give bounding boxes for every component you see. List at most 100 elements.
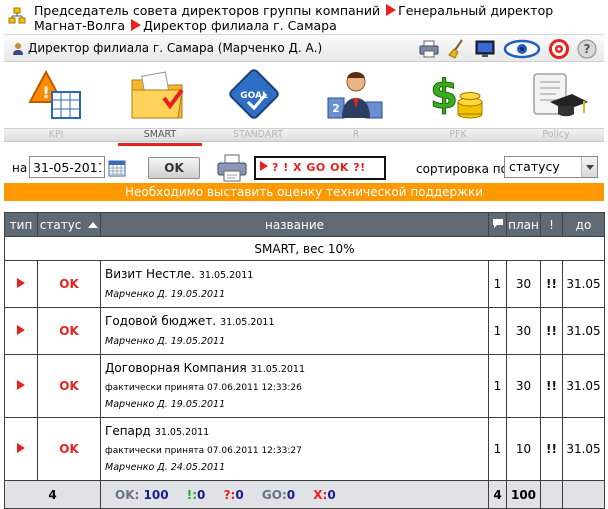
- breadcrumb-item-chairman[interactable]: Председатель совета директоров группы ко…: [34, 3, 380, 18]
- plan-value: 10: [506, 417, 541, 481]
- target-icon: [549, 39, 569, 59]
- task-author: Марченко Д. 19.05.2011: [105, 289, 226, 300]
- sort-select[interactable]: статусу: [504, 156, 598, 178]
- tab-r[interactable]: R: [306, 129, 406, 141]
- tab-pfk[interactable]: PFK: [408, 129, 508, 141]
- task-date: 31.05.2011: [250, 364, 306, 375]
- col-comments[interactable]: [488, 212, 507, 237]
- task-cell[interactable]: Договорная Компания 31.05.2011 фактически…: [100, 354, 489, 418]
- table-row[interactable]: OK Гепард 31.05.2011 фактически принята 0…: [4, 417, 605, 481]
- status-legend-text: ? ! X GO OK ?!: [272, 161, 366, 174]
- print-button[interactable]: [418, 38, 440, 60]
- status-badge: OK: [37, 417, 101, 481]
- org-chart-icon: [8, 7, 26, 24]
- total-empty: [540, 480, 563, 509]
- goal-icon[interactable]: GOAL: [226, 68, 286, 124]
- task-cell[interactable]: Гепард 31.05.2011 фактически принята 07.0…: [100, 417, 489, 481]
- svg-text:$: $: [430, 72, 458, 118]
- rating-icon[interactable]: 2: [326, 68, 386, 124]
- col-due[interactable]: до: [562, 212, 605, 237]
- table-row[interactable]: OK Визит Нестле. 31.05.2011 Марченко Д. 1…: [4, 260, 605, 308]
- date-field[interactable]: [29, 156, 105, 178]
- task-date: 31.05.2011: [198, 270, 254, 281]
- row-type[interactable]: [4, 307, 38, 355]
- calendar-icon[interactable]: [108, 159, 126, 177]
- status-legend[interactable]: ? ! X GO OK ?!: [254, 156, 386, 180]
- excl-summary-value: 0: [197, 487, 206, 502]
- play-icon: [17, 278, 25, 288]
- printer-icon[interactable]: [216, 153, 248, 183]
- task-title[interactable]: Годовой бюджет.: [105, 314, 216, 328]
- screen-button[interactable]: [474, 38, 496, 60]
- breadcrumb-item-branch-director[interactable]: Директор филиала г. Самара: [143, 18, 337, 33]
- smart-folder-icon[interactable]: [128, 68, 188, 124]
- section-title: SMART, вес 10%: [4, 236, 605, 261]
- col-status[interactable]: статус: [37, 212, 101, 237]
- total-empty: [562, 480, 605, 509]
- eye-icon: [503, 39, 541, 59]
- task-title[interactable]: Визит Нестле.: [105, 267, 195, 281]
- total-plan: 100: [506, 480, 541, 509]
- svg-text:!: !: [42, 83, 49, 102]
- task-cell[interactable]: Годовой бюджет. 31.05.2011 Марченко Д. 19…: [100, 307, 489, 355]
- plan-value: 30: [506, 354, 541, 418]
- table-row[interactable]: OK Годовой бюджет. 31.05.2011 Марченко Д.…: [4, 307, 605, 355]
- monitor-icon: [475, 40, 495, 57]
- due-date: 31.05: [562, 260, 605, 308]
- row-type[interactable]: [4, 417, 38, 481]
- importance-mark: !!: [540, 354, 563, 418]
- tab-standart[interactable]: STANDART: [208, 129, 308, 141]
- policy-icon[interactable]: [528, 68, 588, 124]
- target-button[interactable]: [548, 38, 570, 60]
- clean-button[interactable]: [446, 38, 468, 60]
- kpi-icon[interactable]: !: [26, 68, 86, 124]
- col-plan[interactable]: план: [506, 212, 541, 237]
- comment-count: 1: [488, 417, 507, 481]
- user-icon: [13, 43, 23, 55]
- view-button[interactable]: [502, 38, 542, 60]
- chevron-down-icon[interactable]: [581, 157, 597, 177]
- task-author: Марченко Д. 24.05.2011: [105, 462, 226, 473]
- play-icon: [17, 443, 25, 453]
- table-row[interactable]: OK Договорная Компания 31.05.2011 фактиче…: [4, 354, 605, 418]
- row-type[interactable]: [4, 260, 38, 308]
- date-label: на: [12, 161, 28, 175]
- sort-label: сортировка по: [416, 162, 508, 176]
- go-summary-value: 0: [286, 487, 296, 502]
- col-type[interactable]: тип: [4, 212, 38, 237]
- task-date: 31.05.2011: [220, 317, 275, 328]
- play-icon: [17, 325, 25, 335]
- tab-kpi[interactable]: KPI: [6, 129, 106, 141]
- task-author: Марченко Д. 19.05.2011: [105, 399, 226, 410]
- tab-smart[interactable]: SMART: [110, 129, 210, 141]
- table-header-row: тип статус название план ! до: [4, 212, 605, 237]
- tab-policy[interactable]: Policy: [506, 129, 606, 141]
- row-type[interactable]: [4, 354, 38, 418]
- section-row: SMART, вес 10%: [4, 236, 605, 261]
- current-user: Директор филиала г. Самара (Марченко Д. …: [28, 41, 323, 55]
- importance-mark: !!: [540, 417, 563, 481]
- play-icon: [17, 380, 25, 390]
- col-status-label: статус: [39, 217, 82, 232]
- money-icon[interactable]: $: [428, 68, 488, 124]
- task-date: 31.05.2011: [154, 427, 210, 438]
- x-summary-label: X:: [313, 487, 328, 502]
- help-button[interactable]: ?: [576, 38, 598, 60]
- svg-text:?: ?: [584, 42, 591, 56]
- svg-text:2: 2: [332, 102, 340, 115]
- help-icon: ?: [577, 39, 597, 59]
- task-cell[interactable]: Визит Нестле. 31.05.2011 Марченко Д. 19.0…: [100, 260, 489, 308]
- excl-summary-label: !:: [186, 487, 198, 502]
- task-title[interactable]: Договорная Компания: [105, 361, 247, 375]
- comment-count: 1: [488, 354, 507, 418]
- sort-asc-icon: [88, 221, 99, 228]
- warning-banner[interactable]: Необходимо выставить оценку технической …: [4, 183, 604, 201]
- active-tab-indicator: [118, 143, 202, 146]
- breadcrumb-separator-icon: [386, 4, 397, 16]
- task-title[interactable]: Гепард: [105, 424, 151, 438]
- status-summary: OK: 100 !:0 ?:0 GO:0 X:0: [100, 480, 489, 509]
- col-name[interactable]: название: [100, 212, 489, 237]
- col-importance[interactable]: !: [540, 212, 563, 237]
- question-summary-value: 0: [235, 487, 244, 502]
- ok-button[interactable]: OK: [148, 157, 200, 179]
